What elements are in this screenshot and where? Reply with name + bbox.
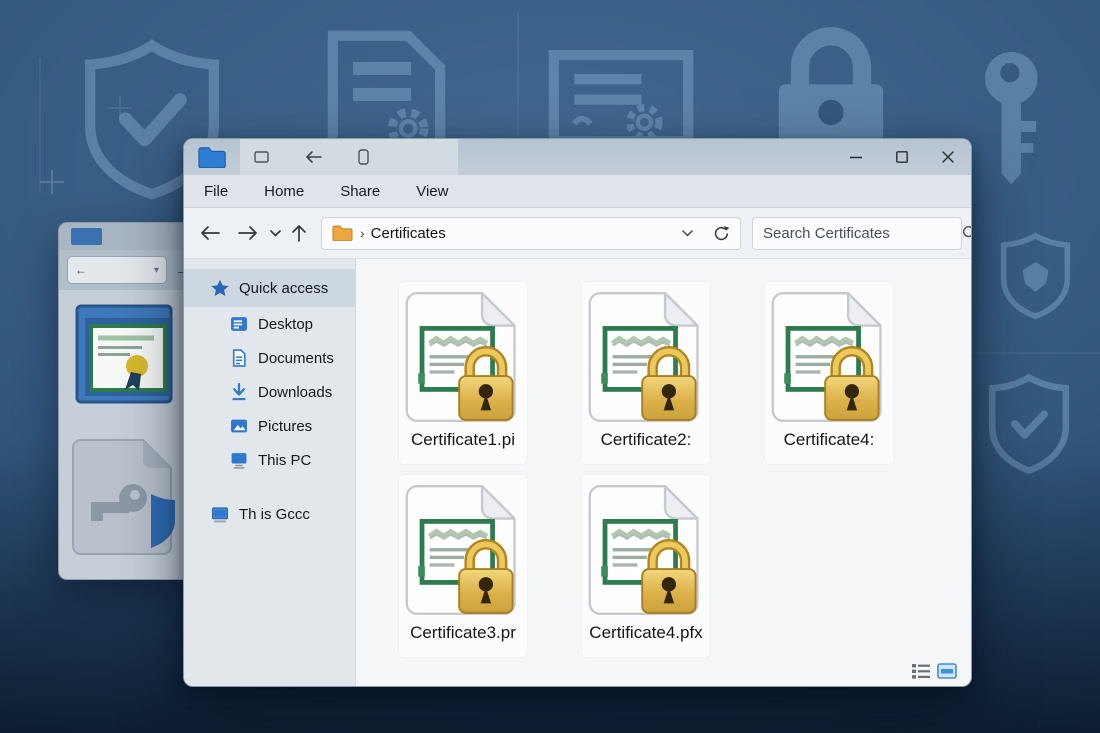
- certificate-lock-file-icon: [585, 290, 707, 424]
- file-label: Certificate4:: [784, 430, 875, 450]
- breadcrumb-separator: ›: [360, 225, 365, 241]
- picture-icon: [230, 417, 248, 435]
- search-box[interactable]: [752, 217, 962, 250]
- file-certificate1-pi[interactable]: Certificate1.pi: [398, 281, 528, 465]
- files-panel[interactable]: Certificate1.pi: [356, 259, 971, 687]
- menu-item-home[interactable]: Home: [264, 183, 304, 200]
- document-icon: [230, 349, 248, 367]
- window-content: Quick access Desktop Documents Downloads Pic…: [184, 259, 971, 687]
- sidebar-item-this-pc[interactable]: This PC: [184, 443, 355, 477]
- thumbnail-view-icon[interactable]: [937, 663, 957, 679]
- shield-check-small-icon: [985, 372, 1073, 476]
- window-titlebar[interactable]: [184, 139, 971, 175]
- sidebar-item-label: Pictures: [258, 418, 312, 435]
- folder-amber-icon: [332, 225, 353, 241]
- sidebar-item-label: Documents: [258, 350, 334, 367]
- menu-bar: File Home Share View: [184, 175, 971, 208]
- sidebar-item-label: Th is Gccc: [239, 506, 310, 523]
- search-icon[interactable]: [962, 225, 972, 241]
- mock-window-titlebar: [59, 223, 191, 250]
- shield-badge-icon: [998, 228, 1073, 324]
- mock-dropdown-icon: ▾: [154, 265, 159, 276]
- certificate-document-icon: [312, 30, 458, 146]
- address-dropdown-icon[interactable]: [682, 224, 693, 242]
- computer-icon: [211, 505, 229, 523]
- background-cross-mark: [40, 170, 64, 194]
- window-controls: [833, 139, 971, 175]
- sidebar-item-label: Desktop: [258, 316, 313, 333]
- navigation-toolbar: › Certificates: [184, 208, 971, 259]
- sidebar-item-quick-access[interactable]: Quick access: [184, 269, 355, 307]
- background-grid-line: [517, 12, 519, 137]
- desktop-icon: [230, 315, 248, 333]
- sidebar-item-desktop[interactable]: Desktop: [184, 307, 355, 341]
- file-label: Certificate2:: [601, 430, 692, 450]
- file-certificate4-pfx[interactable]: Certificate4.pfx: [581, 474, 711, 658]
- nav-forward-icon[interactable]: [238, 225, 258, 241]
- menu-item-view[interactable]: View: [416, 183, 448, 200]
- explorer-window: File Home Share View › Certificates: [183, 138, 972, 687]
- maximize-button[interactable]: [879, 139, 925, 175]
- nav-back-icon[interactable]: [200, 225, 220, 241]
- sidebar-item-documents[interactable]: Documents: [184, 341, 355, 375]
- download-icon: [230, 383, 248, 401]
- certificate-card-icon: [548, 50, 694, 142]
- menu-item-file[interactable]: File: [204, 183, 228, 200]
- thispc-icon: [230, 451, 248, 469]
- mock-certificate-thumbnail: [75, 304, 173, 412]
- folder-icon: [198, 146, 226, 168]
- window-tab[interactable]: [240, 139, 458, 175]
- view-toggles: [912, 663, 957, 679]
- menu-item-share[interactable]: Share: [340, 183, 380, 200]
- tab-pill-icon[interactable]: [358, 149, 369, 165]
- search-input[interactable]: [763, 225, 962, 242]
- mock-back-arrow-icon: ←: [75, 263, 87, 277]
- breadcrumb-location[interactable]: Certificates: [371, 225, 682, 242]
- nav-up-icon[interactable]: [291, 224, 307, 242]
- file-label: Certificate1.pi: [411, 430, 515, 450]
- sidebar-item-label: This PC: [258, 452, 311, 469]
- minimize-button[interactable]: [833, 139, 879, 175]
- sidebar-nav: Quick access Desktop Documents Downloads Pic…: [184, 259, 356, 687]
- sidebar-item-label: Quick access: [239, 280, 328, 297]
- background-mock-window: ← ▾ →: [58, 222, 192, 580]
- mock-window-body: [59, 290, 191, 558]
- file-label: Certificate4.pfx: [589, 623, 702, 643]
- padlock-icon: [760, 18, 902, 142]
- sidebar-item-th-is-gccc[interactable]: Th is Gccc: [184, 497, 355, 531]
- mock-folder-tab: [71, 228, 102, 245]
- sidebar-item-pictures[interactable]: Pictures: [184, 409, 355, 443]
- certificate-lock-file-icon: [402, 290, 524, 424]
- mock-window-toolbar: ← ▾ →: [59, 250, 191, 290]
- file-certificate2[interactable]: Certificate2:: [581, 281, 711, 465]
- star-icon: [211, 279, 229, 297]
- mock-key-document-icon: [67, 436, 179, 558]
- mock-address-bar: ← ▾: [67, 256, 167, 284]
- key-icon: [975, 52, 1053, 190]
- sidebar-item-label: Downloads: [258, 384, 332, 401]
- back-arrow-icon[interactable]: [305, 150, 322, 164]
- certificate-lock-file-icon: [585, 483, 707, 617]
- file-label: Certificate3.pr: [410, 623, 516, 643]
- file-certificate4[interactable]: Certificate4:: [764, 281, 894, 465]
- files-grid: Certificate1.pi: [398, 281, 958, 658]
- certificate-lock-file-icon: [768, 290, 890, 424]
- address-bar[interactable]: › Certificates: [321, 217, 741, 250]
- sidebar-item-downloads[interactable]: Downloads: [184, 375, 355, 409]
- file-certificate3-pr[interactable]: Certificate3.pr: [398, 474, 528, 658]
- certificate-lock-file-icon: [402, 483, 524, 617]
- restore-box-icon[interactable]: [254, 151, 269, 163]
- nav-history-chevron-icon[interactable]: [270, 230, 281, 237]
- close-button[interactable]: [925, 139, 971, 175]
- details-view-icon[interactable]: [912, 664, 930, 679]
- refresh-icon[interactable]: [713, 225, 730, 242]
